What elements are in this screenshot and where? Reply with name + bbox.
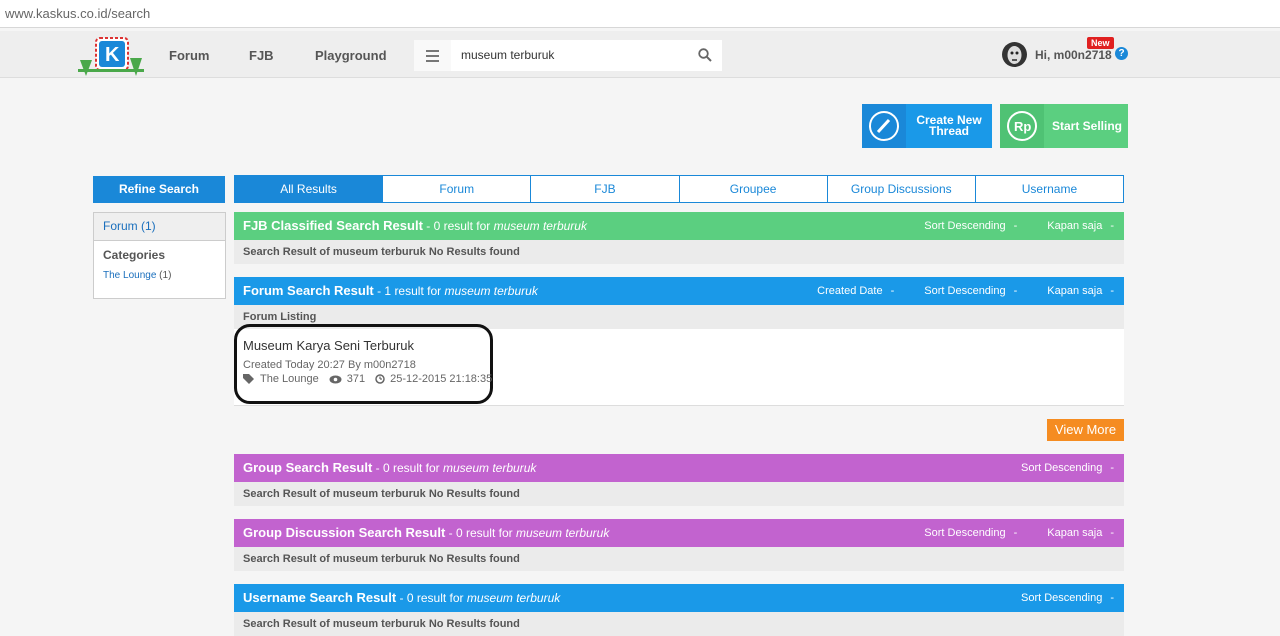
time-dropdown[interactable]: Kapan saja -	[1047, 519, 1124, 547]
new-badge: New	[1087, 37, 1114, 49]
fjb-result-header: FJB Classified Search Result - 0 result …	[234, 212, 1124, 240]
section-title: FJB Classified Search Result - 0 result …	[243, 218, 587, 233]
tab-username[interactable]: Username	[975, 175, 1125, 203]
no-results-text: Search Result of museum terburuk No Resu…	[234, 547, 1124, 571]
group-result-header: Group Search Result - 0 result for museu…	[234, 454, 1124, 482]
start-selling-label: Start Selling	[1051, 118, 1122, 133]
sort-dropdown[interactable]: Sort Descending -	[1021, 454, 1124, 482]
group-discussion-result-section: Group Discussion Search Result - 0 resul…	[234, 519, 1124, 571]
section-title: Group Search Result - 0 result for museu…	[243, 460, 537, 475]
last-post-time: 25-12-2015 21:18:35	[390, 373, 493, 385]
tag-icon	[243, 374, 254, 384]
sort-dropdown[interactable]: Sort Descending -	[924, 519, 1027, 547]
category-count: (1)	[159, 270, 172, 281]
nav-fjb[interactable]: FJB	[249, 48, 274, 63]
sort-dropdown[interactable]: Sort Descending -	[924, 277, 1027, 305]
help-icon[interactable]: ?	[1115, 47, 1128, 60]
search-input[interactable]	[461, 48, 681, 62]
forum-result-section: Forum Search Result - 1 result for museu…	[234, 277, 1124, 406]
clock-icon	[375, 374, 385, 384]
refine-panel: Forum (1) Categories The Lounge (1)	[93, 212, 226, 299]
nav-forum[interactable]: Forum	[169, 48, 209, 63]
username-result-header: Username Search Result - 0 result for mu…	[234, 584, 1124, 612]
group-discussion-result-header: Group Discussion Search Result - 0 resul…	[234, 519, 1124, 547]
tab-groupee[interactable]: Groupee	[679, 175, 828, 203]
create-thread-button[interactable]: Create New Thread	[862, 104, 992, 148]
view-more-button[interactable]: View More	[1047, 419, 1124, 441]
kaskus-logo[interactable]: K	[78, 36, 144, 76]
user-avatar[interactable]	[1002, 42, 1027, 67]
view-count: 371	[346, 373, 366, 385]
browser-address-bar[interactable]: www.kaskus.co.id/search	[0, 0, 1280, 28]
tab-all-results[interactable]: All Results	[234, 175, 384, 203]
created-date-dropdown[interactable]: Created Date -	[817, 277, 904, 305]
create-thread-label: Create New Thread	[916, 113, 982, 138]
no-results-text: Search Result of museum terburuk No Resu…	[234, 240, 1124, 264]
thread-title-link[interactable]: Museum Karya Seni Terburuk	[243, 338, 414, 353]
section-title: Forum Search Result - 1 result for museu…	[243, 283, 538, 298]
rupiah-icon: Rp	[1000, 104, 1044, 148]
thread-list-item: Museum Karya Seni Terburuk Created Today…	[234, 324, 1124, 406]
thread-stats: The Lounge 371 25-12-2015 21:18:35	[243, 373, 502, 385]
forum-filter[interactable]: Forum (1)	[94, 213, 225, 241]
svg-text:K: K	[105, 44, 120, 66]
eye-icon	[329, 375, 342, 383]
url-text: www.kaskus.co.id/search	[5, 6, 151, 21]
nav-playground[interactable]: Playground	[315, 48, 387, 63]
tab-fjb[interactable]: FJB	[531, 175, 680, 203]
hamburger-menu-button[interactable]	[414, 40, 451, 71]
section-title: Group Discussion Search Result - 0 resul…	[243, 525, 610, 540]
refine-search-header: Refine Search	[93, 176, 225, 203]
no-results-text: Search Result of museum terburuk No Resu…	[234, 482, 1124, 506]
user-greeting[interactable]: Hi, m00n2718	[1035, 48, 1112, 62]
tab-group-discussions[interactable]: Group Discussions	[827, 175, 976, 203]
pencil-icon	[862, 104, 906, 148]
result-tabs: All Results Forum FJB Groupee Group Disc…	[234, 175, 1125, 203]
section-title: Username Search Result - 0 result for mu…	[243, 590, 561, 605]
category-lounge-link[interactable]: The Lounge	[103, 270, 156, 281]
username-result-section: Username Search Result - 0 result for mu…	[234, 584, 1124, 636]
categories-label: Categories	[103, 248, 166, 262]
fjb-result-section: FJB Classified Search Result - 0 result …	[234, 212, 1124, 264]
svg-text:Rp: Rp	[1014, 119, 1031, 134]
thread-category-link[interactable]: The Lounge	[260, 373, 319, 385]
forum-result-header: Forum Search Result - 1 result for museu…	[234, 277, 1124, 305]
time-dropdown[interactable]: Kapan saja -	[1047, 212, 1124, 240]
search-icon[interactable]	[698, 48, 712, 62]
sort-dropdown[interactable]: Sort Descending -	[1021, 584, 1124, 612]
thread-meta: Created Today 20:27 By m00n2718	[243, 359, 416, 371]
time-dropdown[interactable]: Kapan saja -	[1047, 277, 1124, 305]
no-results-text: Search Result of museum terburuk No Resu…	[234, 612, 1124, 636]
category-item: The Lounge (1)	[103, 270, 225, 281]
sort-dropdown[interactable]: Sort Descending -	[924, 212, 1027, 240]
top-navigation: K Forum FJB Playground Hi, m00n2718 New …	[0, 31, 1280, 78]
group-result-section: Group Search Result - 0 result for museu…	[234, 454, 1124, 506]
tab-forum[interactable]: Forum	[383, 175, 532, 203]
start-selling-button[interactable]: Rp Start Selling	[1000, 104, 1128, 148]
search-box	[451, 40, 722, 71]
